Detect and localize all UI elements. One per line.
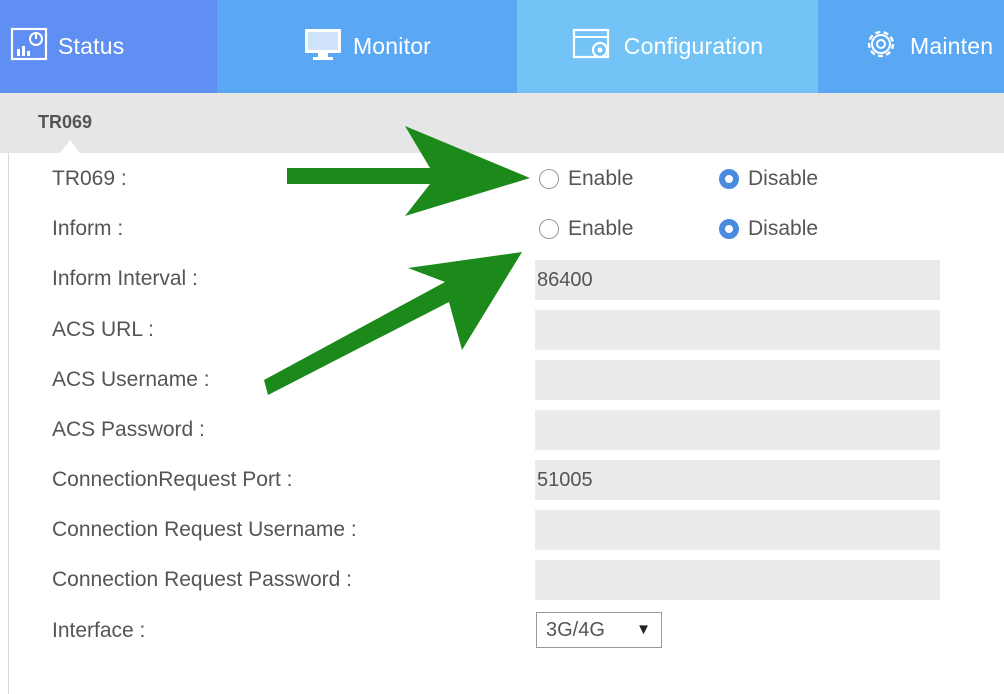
top-nav: Status Monitor Configuration Mainten — [0, 0, 1004, 93]
interface-label: Interface : — [52, 619, 146, 642]
configuration-icon — [572, 27, 614, 67]
acs-username-input[interactable] — [535, 360, 940, 400]
tr069-enable-option[interactable]: Enable — [539, 167, 633, 191]
tab-monitor-label: Monitor — [352, 33, 432, 59]
tab-maintenance[interactable]: Mainten — [818, 0, 1004, 93]
section-title: TR069 — [38, 112, 93, 132]
inform-enable-label: Enable — [568, 217, 634, 240]
connection-request-username-label: Connection Request Username : — [52, 518, 357, 541]
acs-username-label: ACS Username : — [52, 368, 210, 391]
inform-enable-radio[interactable] — [539, 219, 559, 239]
tab-configuration-label: Configuration — [623, 33, 764, 59]
acs-url-label: ACS URL : — [52, 318, 154, 341]
acs-password-label: ACS Password : — [52, 418, 205, 441]
tr069-enable-label: Enable — [568, 167, 634, 190]
interface-select-value: 3G/4G — [546, 619, 605, 641]
status-chart-icon — [10, 27, 48, 67]
inform-interval-input[interactable]: 86400 — [535, 260, 940, 300]
tab-status[interactable]: Status — [0, 0, 217, 93]
tab-configuration[interactable]: Configuration — [517, 0, 818, 93]
tr069-disable-label: Disable — [748, 167, 819, 190]
monitor-icon — [303, 27, 343, 67]
annotation-arrow-diagonal — [264, 252, 522, 395]
tr069-label: TR069 : — [52, 167, 127, 190]
tr069-disable-option[interactable]: Disable — [719, 167, 818, 191]
tr069-enable-radio[interactable] — [539, 169, 559, 189]
inform-disable-option[interactable]: Disable — [719, 217, 818, 241]
tab-monitor[interactable]: Monitor — [217, 0, 517, 93]
inform-disable-label: Disable — [748, 217, 819, 240]
connection-request-port-input[interactable]: 51005 — [535, 460, 940, 500]
inform-label: Inform : — [52, 217, 124, 240]
inform-enable-option[interactable]: Enable — [539, 217, 633, 241]
connection-request-password-input[interactable] — [535, 560, 940, 600]
acs-password-input[interactable] — [535, 410, 940, 450]
gear-icon — [862, 25, 900, 69]
connection-request-password-label: Connection Request Password : — [52, 568, 352, 591]
panel-border — [8, 153, 9, 694]
section-pointer — [60, 140, 80, 153]
section-header: TR069 — [0, 93, 1004, 153]
connection-request-username-input[interactable] — [535, 510, 940, 550]
dropdown-arrow-icon: ▼ — [636, 621, 651, 638]
connection-request-port-label: ConnectionRequest Port : — [52, 468, 293, 491]
interface-select[interactable]: 3G/4G ▼ — [536, 612, 662, 648]
inform-interval-label: Inform Interval : — [52, 267, 198, 290]
acs-url-input[interactable] — [535, 310, 940, 350]
tr069-disable-radio[interactable] — [719, 169, 739, 189]
inform-disable-radio[interactable] — [719, 219, 739, 239]
tab-status-label: Status — [58, 33, 125, 59]
tab-maintenance-label: Mainten — [910, 33, 994, 59]
